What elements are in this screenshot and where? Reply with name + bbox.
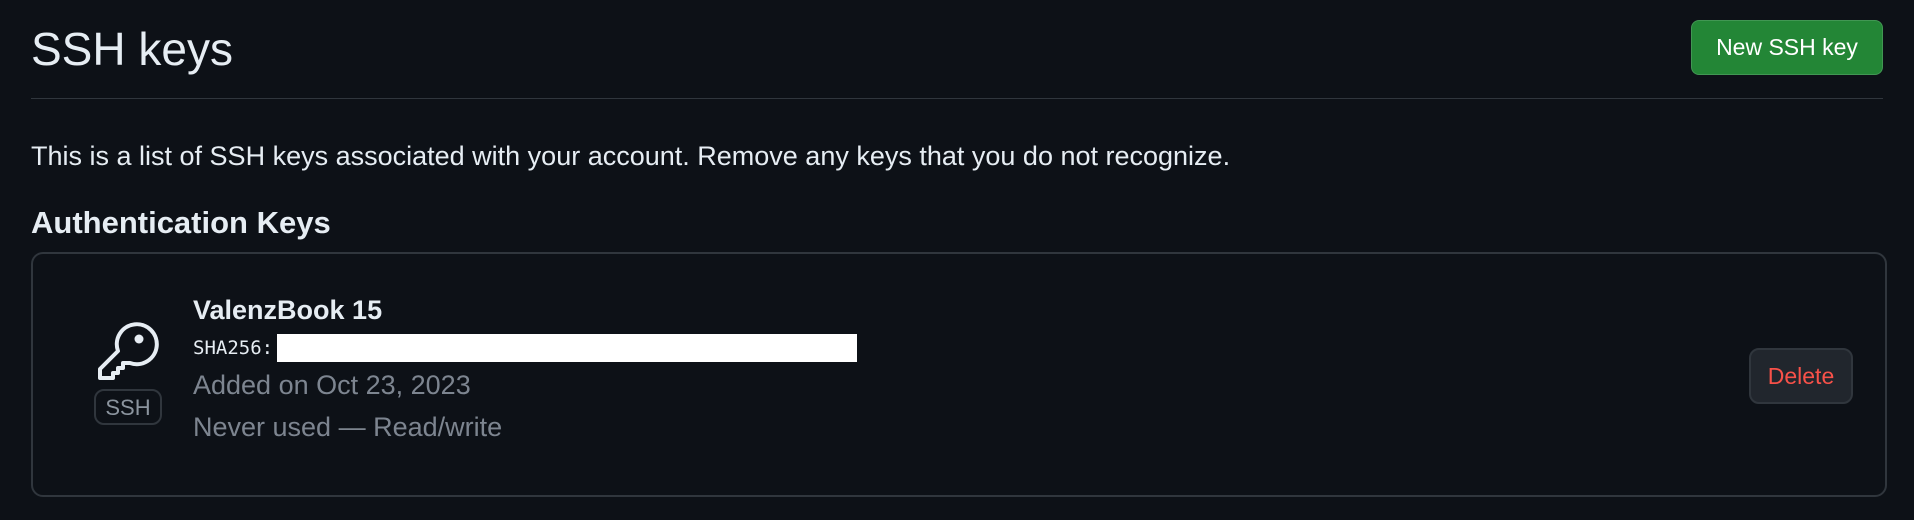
key-details: ValenzBook 15 SHA256: Added on Oct 23, 2… (193, 292, 858, 445)
section-title: Authentication Keys (31, 205, 331, 240)
page-title: SSH keys (31, 23, 233, 75)
ssh-type-badge: SSH (94, 389, 162, 425)
page-description: This is a list of SSH keys associated wi… (31, 141, 1231, 171)
page-header: SSH keys New SSH key (31, 0, 1883, 99)
key-usage: Never used — Read/write (193, 412, 503, 442)
delete-key-button[interactable]: Delete (1749, 348, 1853, 404)
key-added-date: Added on Oct 23, 2023 (193, 370, 471, 400)
fingerprint-redacted (277, 334, 858, 362)
new-ssh-key-button[interactable]: New SSH key (1691, 20, 1883, 75)
key-icon (95, 317, 161, 381)
key-fingerprint: SHA256: (193, 333, 858, 363)
key-title: ValenzBook 15 (193, 295, 383, 325)
key-type-column: SSH (94, 317, 162, 425)
fingerprint-label: SHA256: (193, 337, 274, 359)
ssh-key-item: SSH ValenzBook 15 SHA256: Added on Oct 2… (31, 252, 1887, 497)
